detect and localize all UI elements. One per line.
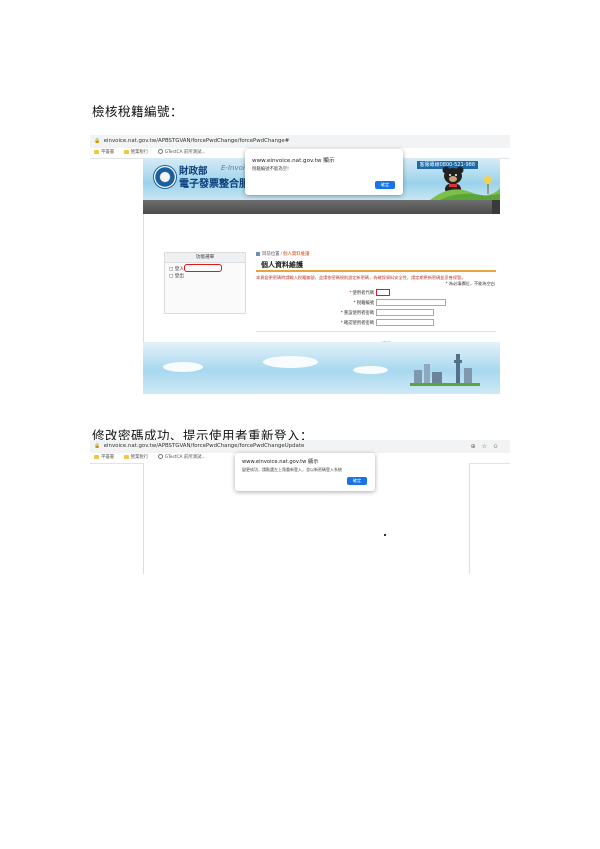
folder-icon — [123, 149, 129, 154]
field-label: *重設使用者密碼 — [340, 311, 374, 316]
url-text: einvoice.nat.gov.tw/APBSTGVAN/forcePwdCh… — [103, 443, 305, 449]
ministry-seal-icon — [153, 165, 177, 189]
alert-dialog: www.einvoice.nat.gov.tw 顯示 稅籍編號不能為空! 確定 — [245, 149, 403, 195]
breadcrumb: 目前位置/個人資料維護 — [256, 251, 309, 257]
folder-icon — [123, 454, 129, 459]
location-icon — [256, 251, 260, 256]
confirm-password-input[interactable] — [376, 319, 434, 326]
screenshot-tax-id-check: 🔒 einvoice.nat.gov.tw/APBSTGVAN/forcePwd… — [90, 135, 510, 394]
tax-id-input[interactable] — [376, 299, 446, 306]
decoration-illustration — [430, 176, 500, 200]
heading-verify-tax-id: 檢核稅籍編號： — [92, 104, 184, 119]
globe-icon — [157, 149, 163, 154]
field-label: *確認使用者密碼 — [340, 321, 374, 326]
browser-tool-icons[interactable]: ⊕☆✩ — [471, 440, 504, 453]
dialog-message: 變更成功，請點選左上角重新登入，並以新密碼登入系統 — [242, 467, 342, 472]
form-row: *重設使用者密碼 — [276, 309, 486, 318]
dialog-ok-button[interactable]: 確定 — [347, 477, 367, 485]
sidebar-item-logout[interactable]: □ 登出 — [169, 273, 184, 279]
highlight-annotation — [184, 264, 222, 272]
new-password-input[interactable] — [376, 309, 434, 316]
user-code-input[interactable] — [376, 289, 390, 296]
alert-dialog: www.einvoice.nat.gov.tw 顯示 變更成功，請點選左上角重新… — [235, 453, 375, 491]
bookmark-item[interactable]: 平臺書 — [94, 148, 114, 158]
bookmark-item[interactable]: 平臺書 — [94, 453, 114, 463]
nav-bar — [143, 200, 500, 214]
dialog-ok-button[interactable]: 確定 — [375, 181, 395, 189]
bookmark-item[interactable]: 營業稅行 — [123, 453, 148, 463]
field-label: *使用者代碼 — [349, 291, 374, 296]
form-row: *使用者代碼 — [276, 289, 486, 298]
breadcrumb-link[interactable]: 個人資料維護 — [283, 252, 309, 257]
dialog-title: www.einvoice.nat.gov.tw 顯示 — [252, 158, 335, 164]
section-divider — [256, 270, 496, 272]
city-skyline-illustration — [410, 354, 480, 386]
dialog-title: www.einvoice.nat.gov.tw 顯示 — [242, 459, 319, 465]
screenshot-password-changed: 🔒 einvoice.nat.gov.tw/APBSTGVAN/forcePwd… — [90, 440, 510, 574]
dialog-message: 稅籍編號不能為空! — [252, 167, 289, 172]
sidebar: 功能選單 □ 登入 □ 登出 — [164, 252, 246, 314]
sidebar-header: 功能選單 — [165, 253, 245, 263]
address-bar[interactable]: 🔒 einvoice.nat.gov.tw/APBSTGVAN/forcePwd… — [90, 440, 510, 453]
folder-icon — [94, 149, 99, 154]
address-bar[interactable]: 🔒 einvoice.nat.gov.tw/APBSTGVAN/forcePwd… — [90, 135, 510, 148]
globe-icon — [157, 454, 163, 459]
section-title: 個人資料維護 — [261, 261, 303, 269]
folder-icon — [94, 454, 99, 459]
form-row: *稅籍編號 — [276, 299, 486, 308]
required-note: * 為必填欄位，不能為空白 — [445, 281, 496, 286]
site-footer — [143, 342, 500, 394]
bookmark-item[interactable]: GTestCA 前所測試... — [157, 148, 206, 158]
url-text: einvoice.nat.gov.tw/APBSTGVAN/forcePwdCh… — [103, 138, 290, 144]
bookmark-item[interactable]: 營業稅行 — [123, 148, 148, 158]
sidebar-item-login[interactable]: □ 登入 — [169, 266, 184, 272]
form-divider — [256, 331, 496, 332]
lock-icon: 🔒 — [94, 443, 101, 449]
bookmark-item[interactable]: GTestCA 前所測試... — [157, 453, 206, 463]
form-row: *確認使用者密碼 — [276, 319, 486, 328]
field-label: *稅籍編號 — [353, 301, 374, 306]
main-content: 功能選單 □ 登入 □ 登出 目前位置/個人資料維護 個人資料維護 本頁變更密碼… — [143, 214, 501, 364]
lock-icon: 🔒 — [94, 138, 101, 144]
